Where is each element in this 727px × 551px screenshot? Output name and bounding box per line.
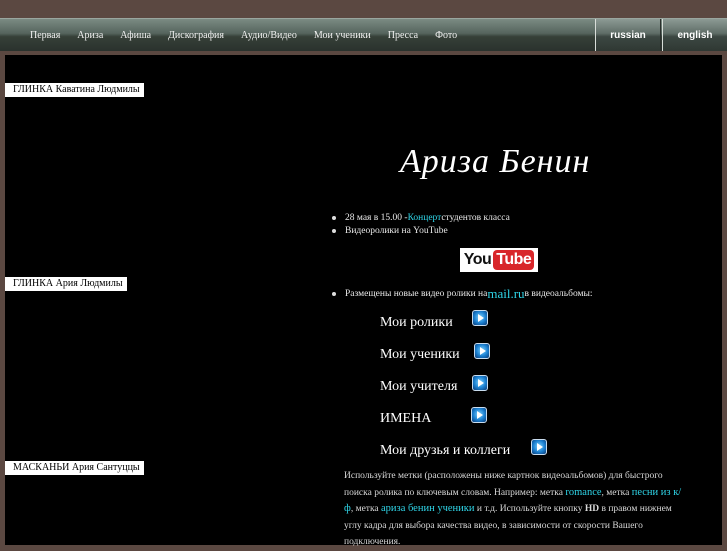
news-column: Ариза Бенин 28 мая в 15.00 - Концерт сту… — [305, 55, 722, 547]
tags-help-paragraph: Используйте метки (расположены ниже карт… — [344, 468, 689, 551]
help-text: и т.д. Используйте кнопку — [474, 504, 585, 514]
album-names[interactable]: ИМЕНА — [380, 411, 431, 427]
news-item-concert: 28 мая в 15.00 - Концерт студентов класс… — [332, 213, 510, 223]
bullet-dot-icon — [332, 292, 336, 296]
news-text: 28 мая в 15.00 - — [345, 213, 408, 223]
youtube-logo-you: You — [463, 251, 492, 268]
nav-item-audio-video[interactable]: Аудио/Видео — [241, 30, 297, 41]
album-my-students[interactable]: Мои ученики — [380, 347, 460, 363]
youtube-logo-tube: Tube — [493, 250, 535, 270]
bullet-dot-icon — [332, 229, 336, 233]
video-sidebar: ГЛИНКА Каватина Людмилы ГЛИНКА Ария Людм… — [5, 55, 305, 545]
bullet-dot-icon — [332, 216, 336, 220]
youtube-logo-button[interactable]: You Tube — [460, 248, 538, 272]
language-russian-button[interactable]: russian — [595, 19, 661, 51]
help-text: , метка — [601, 487, 632, 498]
concert-link[interactable]: Концерт — [408, 213, 442, 223]
video-camera-icon[interactable] — [472, 310, 488, 326]
tag-link-students[interactable]: ариза бенин ученики — [381, 503, 474, 514]
hd-label: HD — [584, 504, 600, 514]
help-text: , метка — [350, 504, 382, 514]
nav-item-ariza[interactable]: Ариза — [77, 30, 103, 41]
news-text: Размещены новые видео ролики на — [345, 289, 488, 299]
tag-link-romance[interactable]: romance — [565, 487, 601, 498]
top-navigation-bar: Первая Ариза Афиша Дискография Аудио/Вид… — [0, 18, 727, 51]
nav-item-press[interactable]: Пресса — [388, 30, 418, 41]
mailru-link[interactable]: mail.ru — [487, 286, 524, 302]
video-camera-icon[interactable] — [472, 375, 488, 391]
video-title-glinka-cavatina[interactable]: ГЛИНКА Каватина Людмилы — [5, 83, 144, 97]
news-item-youtube: Видеоролики на YouTube — [332, 226, 448, 236]
video-camera-icon[interactable] — [471, 407, 487, 423]
video-camera-icon[interactable] — [531, 439, 547, 455]
news-text: Видеоролики на YouTube — [345, 226, 448, 236]
page-title: Ариза Бенин — [400, 143, 591, 180]
news-text: студентов класса — [441, 213, 510, 223]
nav-item-home[interactable]: Первая — [30, 30, 60, 41]
video-title-mascagni-aria[interactable]: МАСКАНЬИ Ария Сантуццы — [5, 461, 144, 475]
video-camera-icon[interactable] — [474, 343, 490, 359]
main-content-area: ГЛИНКА Каватина Людмилы ГЛИНКА Ария Людм… — [5, 55, 722, 547]
nav-item-discography[interactable]: Дискография — [168, 30, 224, 41]
album-my-teachers[interactable]: Мои учителя — [380, 379, 457, 395]
language-english-button[interactable]: english — [662, 19, 727, 51]
video-title-glinka-aria[interactable]: ГЛИНКА Ария Людмилы — [5, 277, 127, 291]
nav-item-afisha[interactable]: Афиша — [120, 30, 151, 41]
nav-item-photo[interactable]: Фото — [435, 30, 457, 41]
news-item-mailru: Размещены новые видео ролики на mail.ru … — [332, 286, 593, 302]
album-friends-colleagues[interactable]: Мои друзья и коллеги — [380, 443, 510, 459]
nav-item-students[interactable]: Мои ученики — [314, 30, 371, 41]
album-my-videos[interactable]: Мои ролики — [380, 315, 453, 331]
nav-menu: Первая Ариза Афиша Дискография Аудио/Вид… — [30, 19, 474, 51]
news-text: в видеоальбомы: — [524, 289, 593, 299]
